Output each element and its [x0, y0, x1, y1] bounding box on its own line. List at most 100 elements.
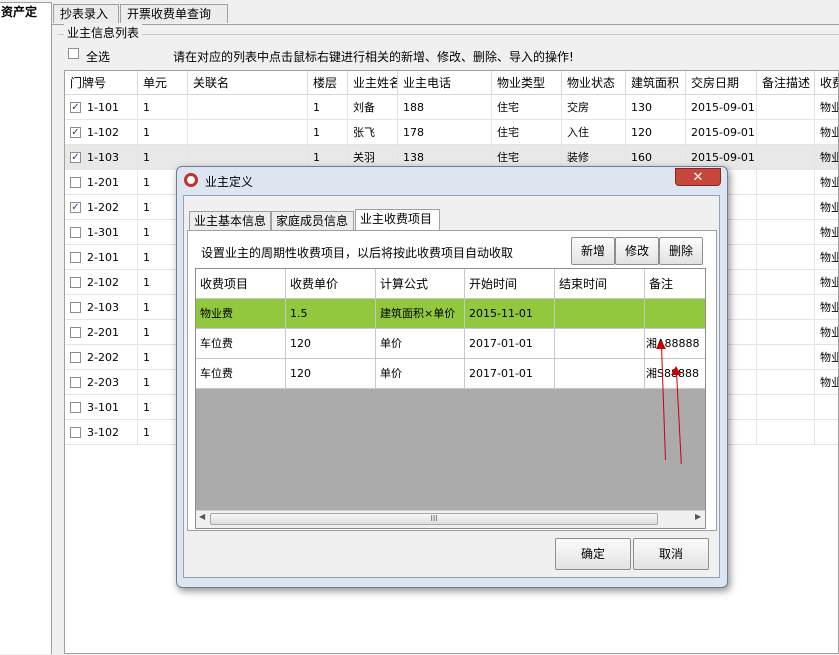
column-header[interactable]: 业主姓名 [348, 71, 398, 95]
table-cell: 物业 [815, 295, 838, 320]
cancel-button[interactable]: 取消 [633, 538, 709, 570]
scrollbar-thumb[interactable]: III [210, 513, 658, 525]
row-checkbox[interactable] [70, 252, 81, 263]
annotation-arrowhead [656, 340, 666, 349]
instruction-text: 请在对应的列表中点击鼠标右键进行相关的新增、修改、删除、导入的操作! [173, 50, 574, 64]
table-cell [757, 245, 815, 270]
table-cell: 物业 [815, 95, 838, 120]
arrow-right-icon[interactable]: ▶ [695, 512, 701, 521]
fee-column-header[interactable]: 计算公式 [376, 269, 465, 299]
scroll-grip: III [430, 514, 438, 523]
table-cell: 物业 [815, 145, 838, 170]
add-button[interactable]: 新增 [571, 237, 615, 265]
tab-owner-basic-info[interactable]: 业主基本信息 [189, 211, 271, 231]
tab-meter-entry[interactable]: 抄表录入 [53, 4, 119, 23]
row-checkbox[interactable] [70, 352, 81, 363]
table-cell: 物业费, [815, 120, 838, 145]
tab-label: 业主收费项目 [360, 212, 433, 226]
table-cell: 张飞 [348, 120, 398, 145]
column-header[interactable]: 收费 [815, 71, 838, 95]
table-cell: 1 [138, 120, 188, 145]
close-icon: ✕ [692, 170, 704, 185]
select-all-label: 全选 [86, 50, 111, 64]
row-checkbox[interactable] [70, 402, 81, 413]
group-title: 业主信息列表 [64, 24, 143, 41]
column-header[interactable]: 备注描述 [757, 71, 815, 95]
tab-invoice-query[interactable]: 开票收费单查询 [120, 4, 228, 23]
tab-owner-fee-items[interactable]: 业主收费项目 [355, 209, 440, 232]
table-cell [757, 195, 815, 220]
table-cell [757, 295, 815, 320]
fee-cell: 单价 [376, 329, 465, 359]
column-header[interactable]: 交房日期 [686, 71, 757, 95]
fee-cell: 单价 [376, 359, 465, 389]
table-cell: 1 [138, 95, 188, 120]
close-button[interactable]: ✕ [675, 168, 721, 186]
column-header[interactable]: 物业状态 [562, 71, 626, 95]
fee-cell [555, 359, 645, 389]
row-checkbox[interactable] [70, 327, 81, 338]
column-header[interactable]: 门牌号 [65, 71, 138, 95]
row-checkbox[interactable] [70, 227, 81, 238]
table-cell [757, 320, 815, 345]
table-cell: 物业 [815, 370, 838, 395]
fee-column-header[interactable]: 结束时间 [555, 269, 645, 299]
table-cell: 物业 [815, 245, 838, 270]
row-checkbox[interactable]: ✓ [70, 152, 81, 163]
table-cell [757, 345, 815, 370]
column-header[interactable]: 业主电话 [398, 71, 492, 95]
row-checkbox[interactable] [70, 377, 81, 388]
fee-cell: 2015-11-01 [465, 299, 555, 329]
column-header[interactable]: 物业类型 [492, 71, 562, 95]
row-checkbox[interactable] [70, 177, 81, 188]
left-tree-panel[interactable] [0, 24, 52, 654]
row-checkbox[interactable]: ✓ [70, 102, 81, 113]
tab-label: 家庭成员信息 [276, 214, 349, 228]
column-header[interactable]: 建筑面积 [626, 71, 686, 95]
fee-column-header[interactable]: 收费单价 [286, 269, 376, 299]
tab-label: 开票收费单查询 [127, 7, 212, 21]
tab-label: 抄表录入 [60, 7, 109, 21]
table-cell: 2015-09-01 [686, 95, 757, 120]
table-cell: 入住 [562, 120, 626, 145]
table-cell: 188 [398, 95, 492, 120]
fee-column-header[interactable]: 开始时间 [465, 269, 555, 299]
column-header[interactable]: 关联名 [188, 71, 308, 95]
table-cell [757, 270, 815, 295]
arrow-left-icon[interactable]: ◀ [199, 512, 205, 521]
fee-cell: 车位费 [196, 359, 286, 389]
table-cell [757, 370, 815, 395]
row-checkbox[interactable]: ✓ [70, 127, 81, 138]
select-all-checkbox[interactable] [68, 48, 79, 59]
table-cell: 物业 [815, 345, 838, 370]
table-cell [757, 220, 815, 245]
table-cell: 物业 [815, 270, 838, 295]
row-checkbox[interactable] [70, 277, 81, 288]
table-cell [757, 395, 815, 420]
fee-cell: 2017-01-01 [465, 329, 555, 359]
fee-column-header[interactable]: 收费项目 [196, 269, 286, 299]
tab-asset-definition[interactable]: 资产定义 [0, 2, 52, 38]
fee-column-header[interactable]: 备注 [645, 269, 705, 299]
table-cell [757, 170, 815, 195]
fee-cell: 湘A88888 [645, 329, 705, 359]
fee-items-grid[interactable]: 收费项目 收费单价 计算公式 开始时间 结束时间 备注 物业费 1.5 建筑面积×单价 2015… [195, 268, 706, 529]
table-cell [188, 120, 308, 145]
row-checkbox[interactable] [70, 427, 81, 438]
table-cell: 178 [398, 120, 492, 145]
delete-button[interactable]: 删除 [659, 237, 703, 265]
fee-cell [555, 299, 645, 329]
ok-button[interactable]: 确定 [555, 538, 631, 570]
fee-cell [645, 299, 705, 329]
table-cell: 130 [626, 95, 686, 120]
tab-family-members[interactable]: 家庭成员信息 [271, 211, 354, 231]
column-header[interactable]: 单元 [138, 71, 188, 95]
row-checkbox[interactable]: ✓ [70, 202, 81, 213]
row-checkbox[interactable] [70, 302, 81, 313]
table-cell [757, 95, 815, 120]
column-header[interactable]: 楼层 [308, 71, 348, 95]
annotation-arrowhead [671, 366, 681, 375]
table-cell: 2015-09-01 [686, 120, 757, 145]
edit-button[interactable]: 修改 [615, 237, 659, 265]
tab-label: 业主基本信息 [194, 214, 267, 228]
